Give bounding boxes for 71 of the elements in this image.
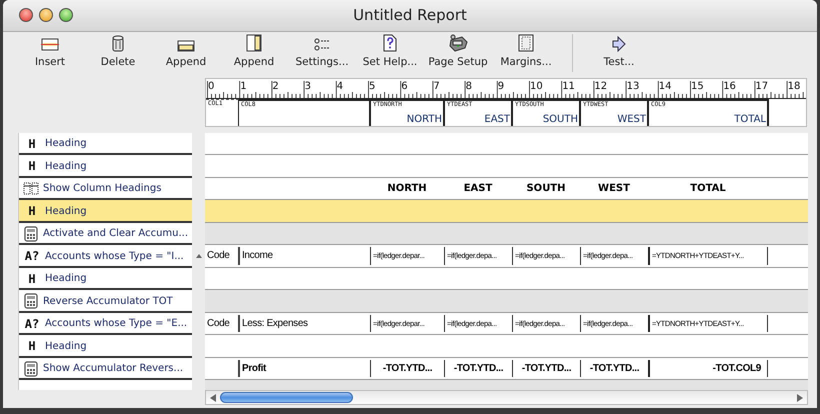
close-button[interactable] — [19, 8, 33, 22]
toolbar-button[interactable]: Settings... — [288, 34, 356, 68]
item-label: Accounts whose Type = "I... — [45, 250, 185, 262]
calculator-icon — [23, 360, 39, 377]
heading-icon: H — [23, 272, 41, 286]
toolbar-button[interactable]: Page Setup — [424, 34, 492, 68]
settings-icon — [314, 38, 330, 52]
toolbar-button[interactable]: Append — [152, 34, 220, 68]
item-label: Activate and Clear Accumu... — [42, 228, 188, 240]
arrow-icon — [612, 36, 626, 52]
window-title: Untitled Report — [352, 6, 468, 24]
toolbar-button[interactable]: Insert — [16, 34, 84, 68]
column-label: NORTH — [406, 114, 442, 124]
item-label: Show Column Headings — [43, 183, 162, 194]
formula-cell: Profit — [238, 360, 370, 377]
column-heading: TOTAL — [689, 182, 727, 196]
formula-cell: -TOT.YTD... — [580, 360, 648, 377]
query-icon: A? — [23, 249, 41, 264]
item-label: Accounts whose Type = "E... — [45, 318, 188, 330]
item-label: Show Accumulator Revers... — [43, 363, 184, 374]
heading-icon: H — [23, 204, 41, 218]
column-heading: WEST — [597, 182, 631, 196]
formula-cell: -TOT.YTD... — [370, 360, 444, 377]
help-icon — [383, 34, 397, 52]
column-label: TOTAL — [733, 114, 766, 124]
column-label: WEST — [616, 114, 646, 124]
formula-cell: -TOT.YTD... — [444, 360, 512, 377]
horizontal-scrollbar[interactable] — [205, 390, 808, 405]
outline-item[interactable]: A? Accounts whose Type = "I... — [18, 245, 205, 268]
ruler: 0 1 2 3 4 5 6 7 8 9 10 11 12 13 14 15 16 17 18 — [206, 78, 806, 98]
item-label: Heading — [45, 273, 88, 284]
toolbar-button[interactable]: Delete — [84, 34, 152, 68]
item-label: Heading — [45, 206, 88, 217]
heading-icon: H — [23, 136, 41, 151]
row-insert-icon — [41, 36, 59, 52]
toolbar-button[interactable]: Margins... — [492, 34, 560, 68]
trash-icon — [111, 34, 125, 52]
minimize-button[interactable] — [39, 8, 53, 22]
formula-cell: -TOT.COL9 — [648, 360, 768, 377]
row-append-icon — [177, 38, 195, 52]
column-heading: NORTH — [386, 182, 428, 196]
column-heading: EAST — [462, 182, 494, 196]
formula-cell: Income — [238, 247, 370, 264]
toolbar-button[interactable]: Append — [220, 34, 288, 68]
item-label: Heading — [45, 160, 88, 172]
code-cell-text: Code — [206, 249, 231, 264]
item-label: Heading — [45, 340, 88, 352]
printer-icon — [448, 34, 468, 52]
column-heading: SOUTH — [525, 182, 566, 196]
column-append-icon — [246, 34, 262, 52]
column-label: EAST — [483, 114, 510, 124]
calculator-icon — [23, 226, 39, 242]
columns-icon — [23, 182, 39, 196]
scroll-left-icon[interactable] — [210, 394, 216, 402]
scroll-thumb[interactable] — [220, 392, 353, 403]
scroll-right-icon[interactable] — [797, 394, 803, 402]
calculator-icon — [23, 293, 39, 310]
zoom-button[interactable] — [59, 8, 73, 22]
formula-cell: Less: Expenses — [238, 314, 370, 332]
heading-icon: H — [23, 159, 41, 174]
item-label: Heading — [45, 138, 88, 150]
query-icon: A? — [23, 316, 41, 331]
toolbar-button[interactable]: Set Help... — [356, 34, 424, 68]
heading-icon: H — [23, 339, 41, 354]
margins-icon — [518, 34, 534, 52]
item-label: Reverse Accumulator TOT — [43, 296, 174, 307]
toolbar-button[interactable]: Test... — [585, 34, 653, 68]
formula-cell: -TOT.YTD... — [512, 360, 580, 377]
column-label: SOUTH — [542, 114, 578, 124]
code-cell-text: Code — [206, 316, 231, 331]
caret-icon — [196, 254, 202, 258]
